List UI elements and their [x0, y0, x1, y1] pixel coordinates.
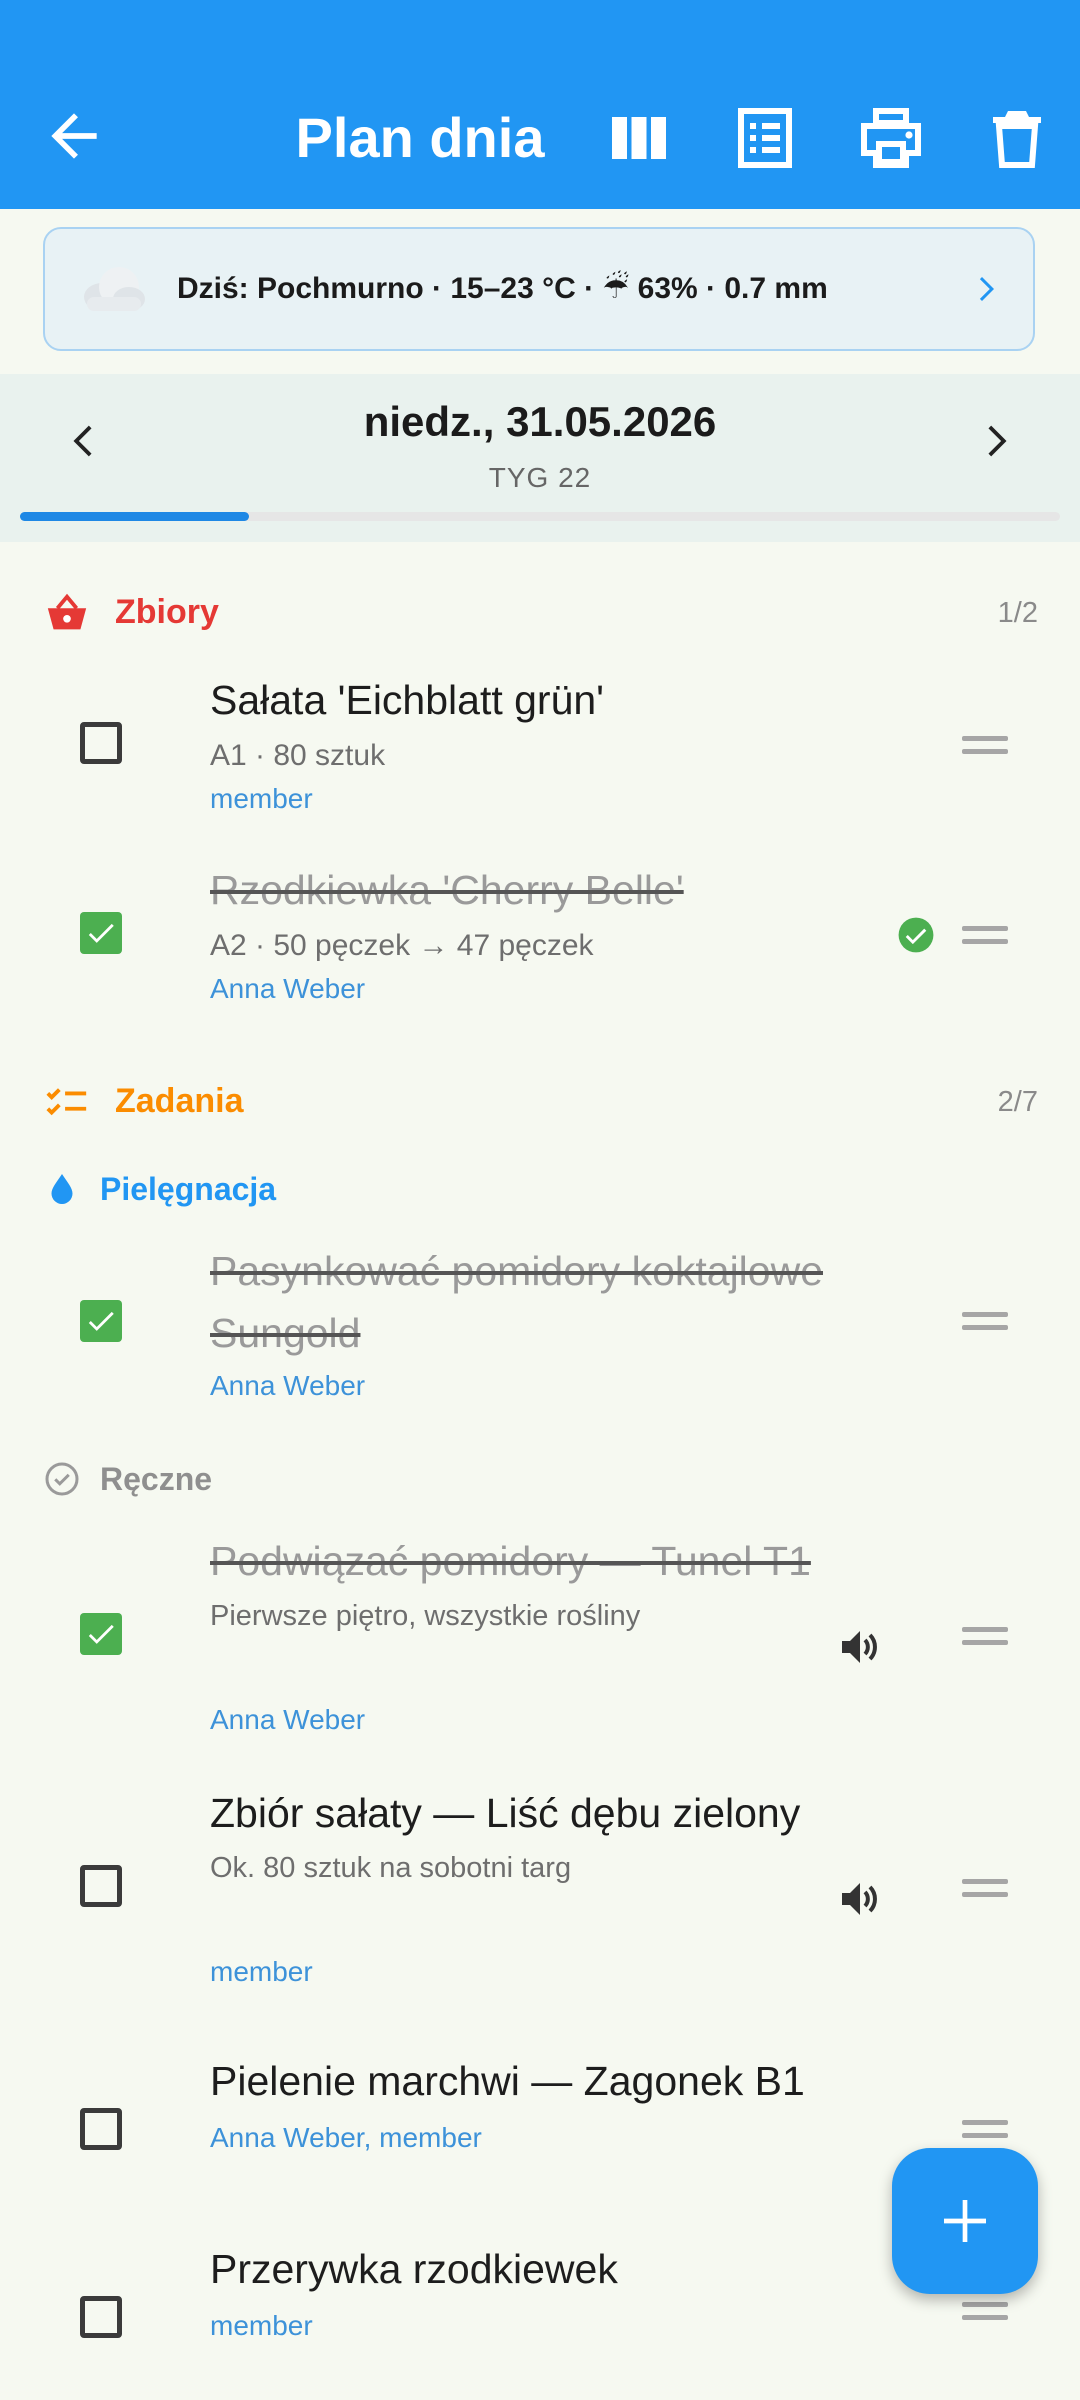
- check-circle-outline-icon: [44, 1461, 80, 1497]
- task-checkbox[interactable]: [80, 2296, 122, 2338]
- task-assignee: member: [210, 2310, 313, 2341]
- task-checkbox[interactable]: [80, 1613, 122, 1655]
- week-progress-fill: [20, 512, 249, 521]
- task-name-continued: Sungold: [210, 1310, 361, 1356]
- drag-handle-icon[interactable]: [962, 1625, 1008, 1647]
- harvest-name: Rzodkiewka 'Cherry Belle': [210, 867, 684, 913]
- weather-summary: Dziś: Pochmurno · 15–23 °C · ☔ 63% · 0.7…: [177, 272, 828, 305]
- tasks-section-label: Zadania: [115, 1082, 244, 1120]
- task-item[interactable]: Zbiór sałaty — Liść dębu zielony Ok. 80 …: [0, 1782, 1080, 2002]
- speaker-icon[interactable]: [836, 1875, 884, 1923]
- task-name: Zbiór sałaty — Liść dębu zielony: [210, 1790, 801, 1836]
- harvest-checkbox[interactable]: [80, 722, 122, 764]
- harvest-name: Sałata 'Eichblatt grün': [210, 677, 605, 723]
- harvest-item[interactable]: Rzodkiewka 'Cherry Belle' A2 · 50 pęczek…: [0, 855, 1080, 1035]
- drag-handle-icon[interactable]: [962, 2118, 1008, 2140]
- harvest-assignee: Anna Weber: [210, 973, 366, 1004]
- drag-handle-icon[interactable]: [962, 2300, 1008, 2322]
- back-arrow-icon[interactable]: [40, 102, 108, 170]
- harvest-checkbox[interactable]: [80, 912, 122, 954]
- harvest-section-label: Zbiory: [115, 593, 219, 631]
- week-progress-bar: [20, 512, 1060, 521]
- weather-card[interactable]: Dziś: Pochmurno · 15–23 °C · ☔ 63% · 0.7…: [43, 227, 1035, 351]
- check-circle-icon: [897, 916, 935, 954]
- columns-view-icon[interactable]: [603, 102, 675, 174]
- task-assignee: Anna Weber: [210, 1704, 366, 1735]
- task-item[interactable]: Pasynkować pomidory koktajlowe Sungold A…: [0, 1240, 1080, 1410]
- task-name: Pielenie marchwi — Zagonek B1: [210, 2058, 805, 2104]
- basket-icon: [42, 591, 92, 637]
- manual-label: Ręczne: [100, 1461, 213, 1497]
- task-checkbox[interactable]: [80, 1865, 122, 1907]
- task-note: Pierwsze piętro, wszystkie rośliny: [210, 1600, 641, 1632]
- speaker-icon[interactable]: [836, 1623, 884, 1671]
- task-name: Podwiązać pomidory — Tunel T1: [210, 1538, 811, 1584]
- task-name: Pasynkować pomidory koktajlowe: [210, 1248, 823, 1294]
- tasks-section-header: Zadania 2/7: [0, 1072, 1080, 1132]
- harvest-details: A2 · 50 pęczek → 47 pęczek: [210, 929, 594, 962]
- task-note: Ok. 80 sztuk na sobotni targ: [210, 1852, 572, 1884]
- task-name: Przerywka rzodkiewek: [210, 2246, 618, 2292]
- water-drop-icon: [44, 1171, 80, 1207]
- harvest-section-header: Zbiory 1/2: [0, 583, 1080, 643]
- print-icon[interactable]: [855, 102, 927, 174]
- manual-subheader: Ręczne: [0, 1453, 1080, 1505]
- previous-day-icon[interactable]: [62, 418, 108, 464]
- task-item[interactable]: Podwiązać pomidory — Tunel T1 Pierwsze p…: [0, 1530, 1080, 1750]
- harvest-assignee: member: [210, 783, 313, 814]
- drag-handle-icon[interactable]: [962, 1877, 1008, 1899]
- add-task-button[interactable]: [892, 2148, 1038, 2294]
- delete-icon[interactable]: [981, 102, 1053, 174]
- cloud-icon: [77, 259, 147, 319]
- checklist-icon: [42, 1080, 92, 1126]
- harvest-count: 1/2: [997, 597, 1038, 629]
- task-checkbox[interactable]: [80, 2108, 122, 2150]
- tasks-count: 2/7: [997, 1086, 1038, 1118]
- week-number: TYG 22: [488, 462, 592, 493]
- date-navigator: niedz., 31.05.2026 TYG 22: [0, 374, 1080, 542]
- harvest-item[interactable]: Sałata 'Eichblatt grün' A1 · 80 sztuk me…: [0, 665, 1080, 845]
- list-view-icon[interactable]: [729, 102, 801, 174]
- task-assignee: Anna Weber, member: [210, 2122, 482, 2153]
- care-label: Pielęgnacja: [100, 1171, 277, 1207]
- care-subheader: Pielęgnacja: [0, 1163, 1080, 1215]
- chevron-right-icon: [967, 271, 1003, 307]
- task-assignee: member: [210, 1956, 313, 1987]
- drag-handle-icon[interactable]: [962, 924, 1008, 946]
- harvest-details: A1 · 80 sztuk: [210, 739, 386, 772]
- app-bar: Plan dnia: [0, 0, 1080, 209]
- plus-icon: [944, 2200, 986, 2242]
- drag-handle-icon[interactable]: [962, 734, 1008, 756]
- drag-handle-icon[interactable]: [962, 1310, 1008, 1332]
- page-title: Plan dnia: [295, 106, 545, 169]
- current-date: niedz., 31.05.2026: [363, 398, 717, 445]
- task-checkbox[interactable]: [80, 1300, 122, 1342]
- task-assignee: Anna Weber: [210, 1370, 366, 1401]
- next-day-icon[interactable]: [972, 418, 1018, 464]
